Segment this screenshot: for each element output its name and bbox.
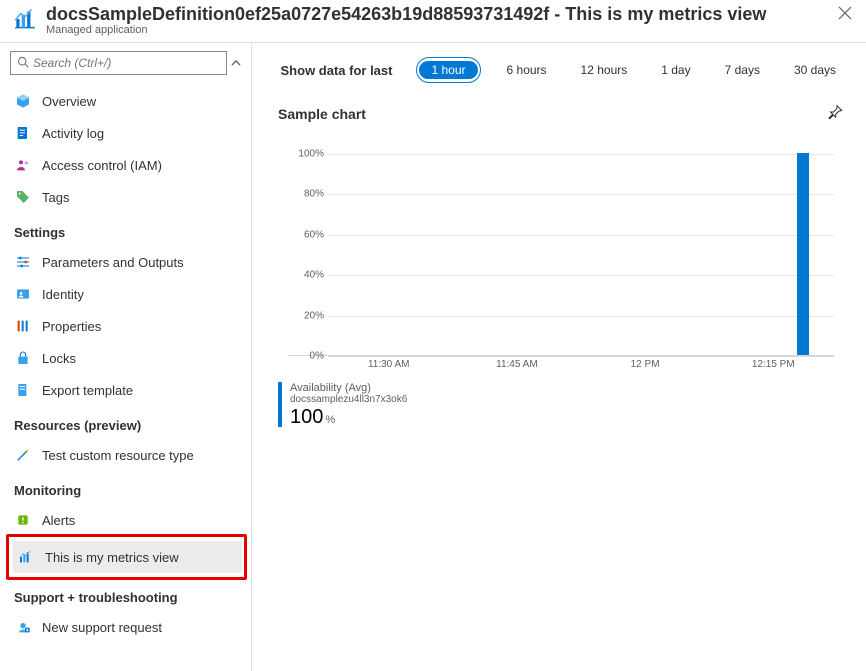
sidebar: Overview Activity log Access control (IA… — [0, 43, 252, 671]
sidebar-item-label: Tags — [42, 190, 69, 205]
x-tick-label: 12:15 PM — [752, 359, 795, 370]
sidebar-item-access-control[interactable]: Access control (IAM) — [10, 149, 245, 181]
pin-button[interactable] — [826, 103, 844, 124]
sidebar-item-label: Overview — [42, 94, 96, 109]
sidebar-item-parameters[interactable]: Parameters and Outputs — [10, 246, 245, 278]
chart-area: 0%20%40%60%80%100% 11:30 AM11:45 AM12 PM… — [288, 154, 834, 376]
time-range-selector: Show data for last 1 hour 6 hours 12 hou… — [278, 57, 844, 83]
sidebar-item-activity-log[interactable]: Activity log — [10, 117, 245, 149]
template-icon — [14, 381, 32, 399]
sidebar-item-metrics-view[interactable]: This is my metrics view — [13, 541, 242, 573]
sidebar-section-settings: Settings — [14, 225, 245, 240]
search-input-wrapper[interactable] — [10, 51, 227, 75]
sidebar-item-alerts[interactable]: Alerts — [10, 504, 245, 536]
page-title: docsSampleDefinition0ef25a0727e54263b19d… — [46, 4, 834, 25]
x-tick-label: 11:30 AM — [368, 359, 410, 370]
sidebar-item-label: Locks — [42, 351, 76, 366]
time-range-7days[interactable]: 7 days — [717, 61, 768, 79]
sidebar-item-new-support[interactable]: New support request — [10, 611, 245, 643]
sidebar-section-support: Support + troubleshooting — [14, 590, 245, 605]
sidebar-item-label: This is my metrics view — [45, 550, 179, 565]
sidebar-item-label: Access control (IAM) — [42, 158, 162, 173]
y-tick-label: 100% — [288, 149, 324, 160]
sliders-icon — [14, 253, 32, 271]
sidebar-item-locks[interactable]: Locks — [10, 342, 245, 374]
chart-legend: Availability (Avg) docssamplezu4ll3n7x3o… — [278, 382, 844, 427]
legend-metric-name: Availability (Avg) — [290, 382, 407, 394]
y-tick-label: 60% — [288, 229, 324, 240]
sidebar-section-monitoring: Monitoring — [14, 483, 245, 498]
sidebar-item-label: Identity — [42, 287, 84, 302]
search-icon — [17, 56, 29, 71]
collapse-nav-icon[interactable] — [227, 58, 245, 68]
sidebar-item-label: New support request — [42, 620, 162, 635]
sidebar-item-label: Export template — [42, 383, 133, 398]
legend-value: 100% — [290, 407, 407, 427]
y-tick-label: 0% — [288, 351, 324, 362]
time-range-30days[interactable]: 30 days — [786, 61, 844, 79]
people-icon — [14, 156, 32, 174]
page-subtitle: Managed application — [46, 24, 834, 36]
alert-icon — [14, 511, 32, 529]
log-icon — [14, 124, 32, 142]
sidebar-item-export-template[interactable]: Export template — [10, 374, 245, 406]
sidebar-item-custom-resource[interactable]: Test custom resource type — [10, 439, 245, 471]
sidebar-item-label: Test custom resource type — [42, 448, 194, 463]
chart-title: Sample chart — [278, 106, 366, 122]
sidebar-item-identity[interactable]: Identity — [10, 278, 245, 310]
x-tick-label: 12 PM — [631, 359, 660, 370]
sidebar-item-label: Activity log — [42, 126, 104, 141]
identity-icon — [14, 285, 32, 303]
metrics-icon — [17, 548, 35, 566]
search-input[interactable] — [29, 52, 220, 74]
sidebar-item-label: Parameters and Outputs — [42, 255, 184, 270]
support-icon — [14, 618, 32, 636]
y-tick-label: 20% — [288, 310, 324, 321]
lock-icon — [14, 349, 32, 367]
properties-icon — [14, 317, 32, 335]
sidebar-item-label: Properties — [42, 319, 101, 334]
y-tick-label: 40% — [288, 270, 324, 281]
time-range-1day[interactable]: 1 day — [653, 61, 698, 79]
sidebar-item-overview[interactable]: Overview — [10, 85, 245, 117]
tag-icon — [14, 188, 32, 206]
sidebar-item-label: Alerts — [42, 513, 75, 528]
time-range-12hours[interactable]: 12 hours — [573, 61, 636, 79]
time-range-1hour[interactable]: 1 hour — [419, 61, 477, 79]
sidebar-item-tags[interactable]: Tags — [10, 181, 245, 213]
time-range-6hours[interactable]: 6 hours — [499, 61, 555, 79]
time-range-label: Show data for last — [281, 63, 393, 78]
y-tick-label: 80% — [288, 189, 324, 200]
wand-icon — [14, 446, 32, 464]
close-button[interactable] — [834, 4, 856, 27]
sidebar-item-properties[interactable]: Properties — [10, 310, 245, 342]
x-tick-label: 11:45 AM — [496, 359, 538, 370]
legend-resource-name: docssamplezu4ll3n7x3ok6 — [290, 394, 407, 405]
chart-bar — [797, 153, 809, 355]
cube-icon — [14, 92, 32, 110]
sidebar-section-resources: Resources (preview) — [14, 418, 245, 433]
metrics-icon — [12, 6, 38, 35]
legend-color-swatch — [278, 382, 282, 427]
